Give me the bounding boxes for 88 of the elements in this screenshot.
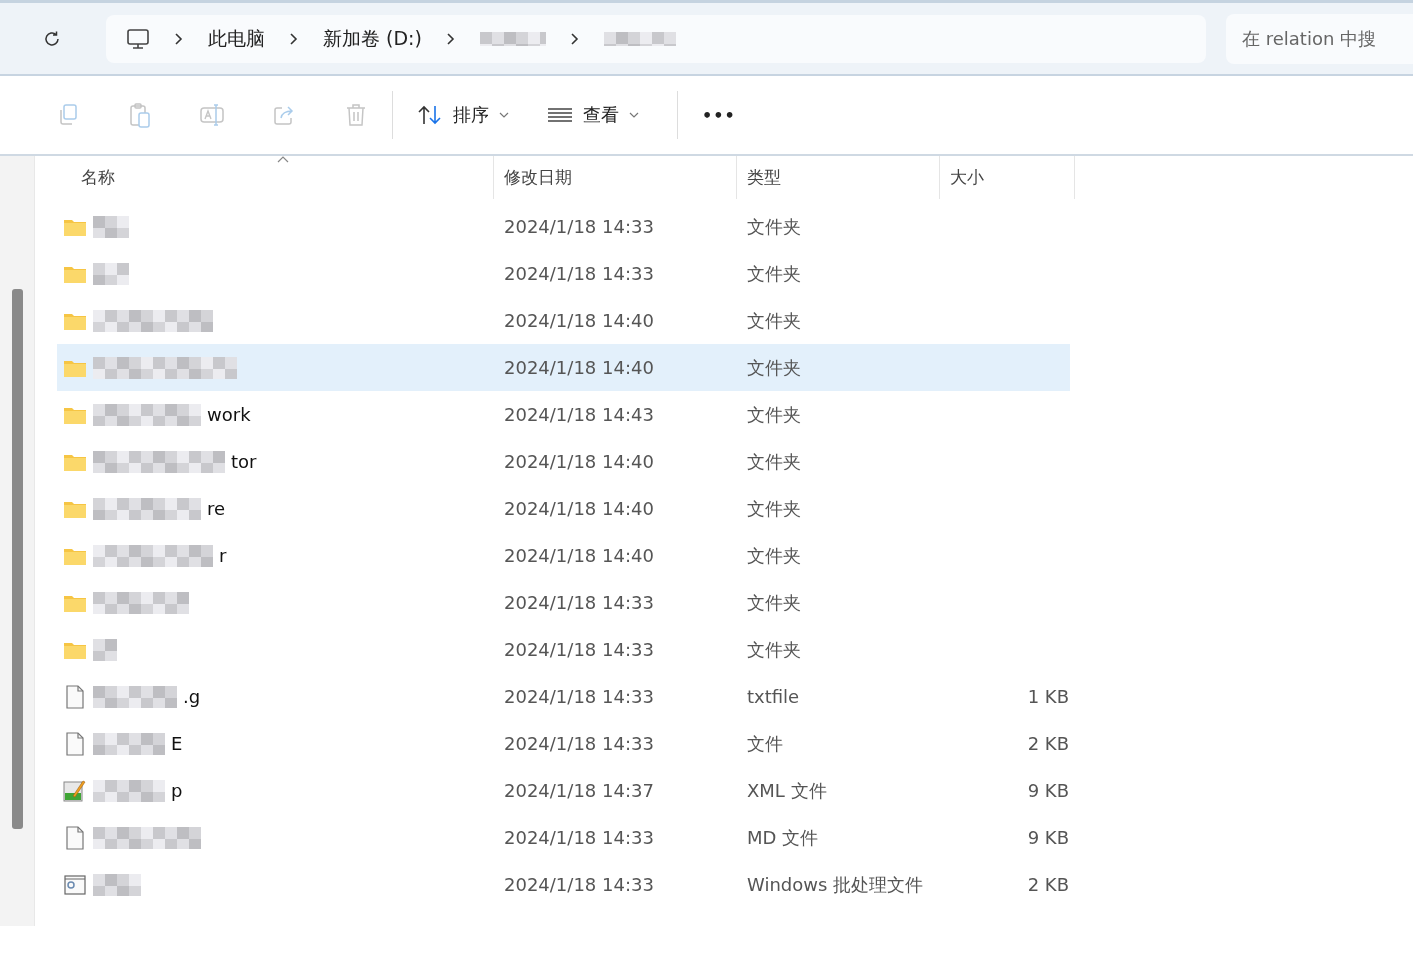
scrollbar-thumb[interactable] [12,289,23,829]
file-size: 1 KB [1027,686,1069,707]
file-row[interactable]: work 2024/1/18 14:43 文件夹 [57,391,1070,438]
file-type: 文件夹 [747,403,801,425]
column-header[interactable]: 名称 [57,156,494,199]
file-row[interactable]: 2024/1/18 14:33 文件夹 [57,250,1070,297]
file-size: 2 KB [1027,733,1069,754]
caret-icon [499,112,509,118]
file-row[interactable]: re 2024/1/18 14:40 文件夹 [57,485,1070,532]
chevron-right-icon[interactable] [445,31,456,46]
file-type: 文件夹 [747,591,801,613]
breadcrumb-item[interactable]: 此电脑 [208,25,265,52]
file-type: 文件夹 [747,497,801,519]
file-name: E [171,733,183,754]
rename-icon [199,103,225,127]
file-name: work [207,404,251,425]
file-size: 9 KB [1027,780,1069,801]
file-type: 文件 [747,732,783,754]
file-type: 文件夹 [747,262,801,284]
modified-date: 2024/1/18 14:40 [504,498,654,519]
file-name: re [207,498,226,519]
file-size: 2 KB [1027,874,1069,895]
modified-date: 2024/1/18 14:33 [504,827,654,848]
settings-file-icon [64,874,86,895]
file-type: MD 文件 [747,826,819,848]
file-icon [65,684,85,709]
column-header[interactable]: 大小 [940,156,1075,199]
chevron-right-icon[interactable] [174,31,184,46]
file-type: 文件夹 [747,544,801,566]
modified-date: 2024/1/18 14:40 [504,310,654,331]
file-row[interactable]: .g 2024/1/18 14:33 txtfile 1 KB [57,673,1070,720]
modified-date: 2024/1/18 14:33 [504,263,654,284]
chevron-right-icon[interactable] [569,31,580,46]
file-type: 文件夹 [747,356,801,378]
more-button[interactable]: ••• [690,93,748,137]
modified-date: 2024/1/18 14:33 [504,216,654,237]
monitor-icon [126,26,150,51]
share-icon [272,103,296,127]
breadcrumb-item[interactable]: 新加卷 (D:) [323,25,422,52]
sort-icon [417,104,443,126]
column-header[interactable]: 修改日期 [494,156,737,199]
trash-icon [345,103,367,127]
modified-date: 2024/1/18 14:33 [504,592,654,613]
file-name: .g [183,686,201,707]
modified-date: 2024/1/18 14:40 [504,357,654,378]
file-row[interactable]: 2024/1/18 14:33 文件夹 [57,203,1070,250]
notepad-icon [63,778,87,803]
view-button[interactable]: 查看 [535,93,651,137]
list-view-icon [547,107,573,123]
file-size: 9 KB [1027,827,1069,848]
file-type: 文件夹 [747,638,801,660]
address-bar[interactable]: 此电脑 新加卷 (D:) [106,14,1206,63]
chevron-right-icon[interactable] [289,31,299,46]
pixelated-mosaic [479,31,546,46]
caret-icon [629,112,639,118]
file-name: tor [231,451,257,472]
file-type: Windows 批处理文件 [747,873,924,895]
file-row[interactable]: r 2024/1/18 14:40 文件夹 [57,532,1070,579]
sort-button[interactable]: 排序 [405,93,521,137]
file-icon [65,825,85,850]
modified-date: 2024/1/18 14:33 [504,686,654,707]
clipboard-icon [128,102,152,128]
file-name: r [219,545,227,566]
file-row[interactable]: tor 2024/1/18 14:40 文件夹 [57,438,1070,485]
file-row[interactable]: 2024/1/18 14:40 文件夹 [57,297,1070,344]
modified-date: 2024/1/18 14:33 [504,639,654,660]
file-type: txtfile [747,686,800,707]
modified-date: 2024/1/18 14:37 [504,780,654,801]
file-row[interactable]: 2024/1/18 14:40 文件夹 [57,344,1070,391]
file-type: XML 文件 [747,779,827,801]
file-row[interactable]: 2024/1/18 14:33 文件夹 [57,579,1070,626]
modified-date: 2024/1/18 14:33 [504,874,654,895]
modified-date: 2024/1/18 14:40 [504,545,654,566]
file-row[interactable]: p 2024/1/18 14:37 XML 文件 9 KB [57,767,1070,814]
file-row[interactable]: 2024/1/18 14:33 Windows 批处理文件 2 KB [57,861,1070,908]
file-row[interactable]: E 2024/1/18 14:33 文件 2 KB [57,720,1070,767]
file-type: 文件夹 [747,309,801,331]
file-type: 文件夹 [747,215,801,237]
modified-date: 2024/1/18 14:33 [504,733,654,754]
file-name: p [171,780,183,801]
file-type: 文件夹 [747,450,801,472]
file-row[interactable]: 2024/1/18 14:33 文件夹 [57,626,1070,673]
file-row[interactable]: 2024/1/18 14:33 MD 文件 9 KB [57,814,1070,861]
modified-date: 2024/1/18 14:40 [504,451,654,472]
file-icon [65,731,85,756]
modified-date: 2024/1/18 14:43 [504,404,654,425]
search-field[interactable]: 在 relation 中搜 [1226,13,1413,64]
column-header[interactable]: 类型 [737,156,940,199]
